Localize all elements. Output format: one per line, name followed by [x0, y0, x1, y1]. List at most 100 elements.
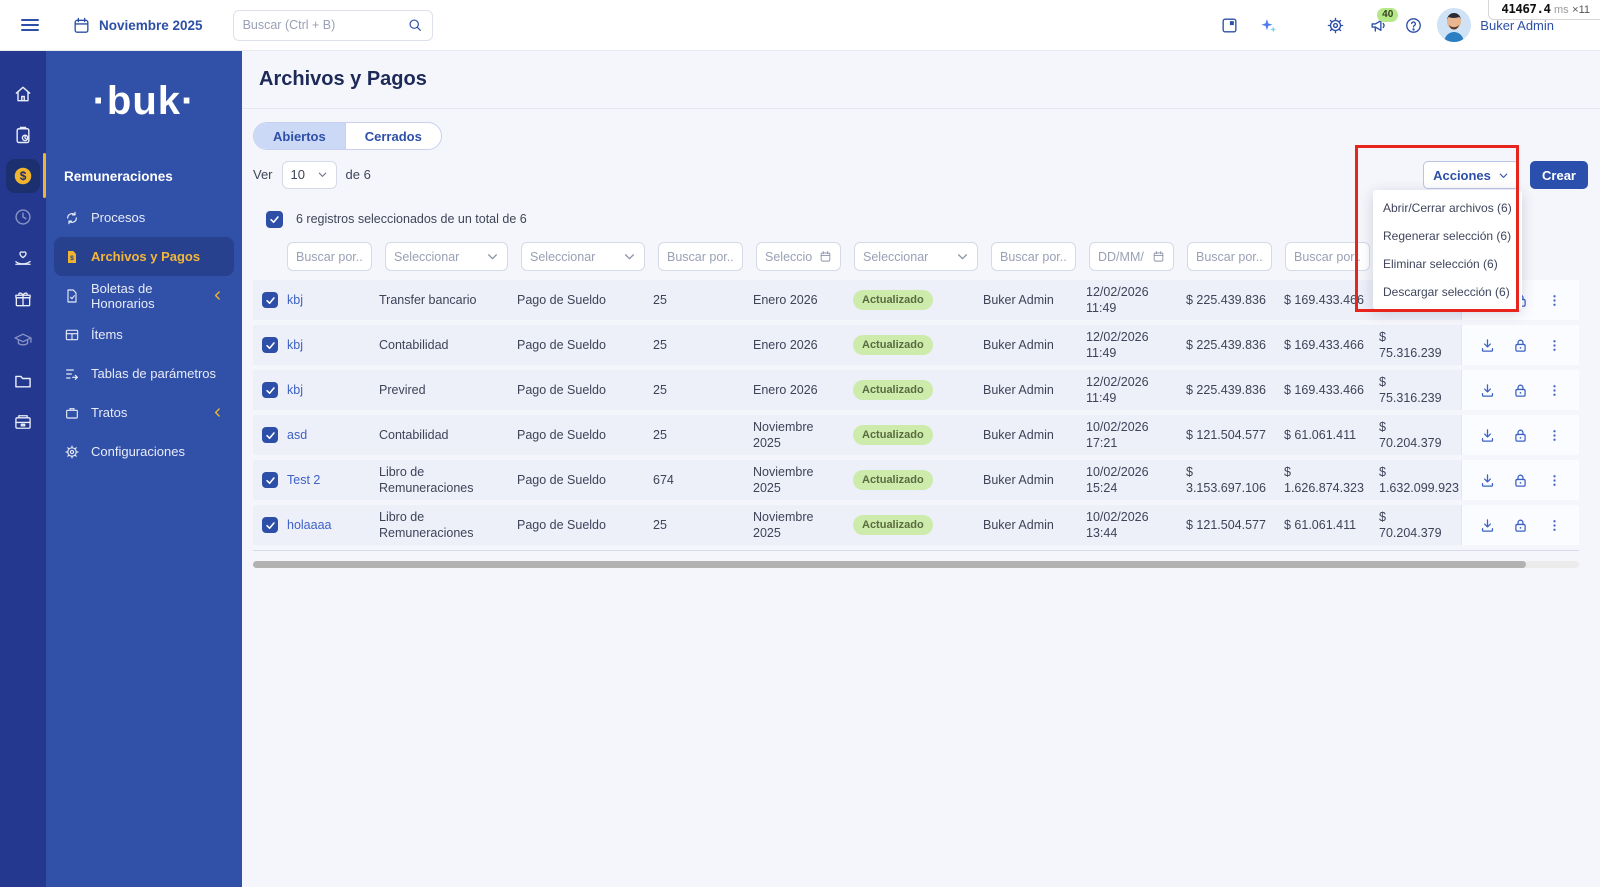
scrollbar-thumb[interactable]	[253, 561, 1526, 568]
rail-home-icon[interactable]	[0, 73, 46, 114]
row-checkbox[interactable]	[262, 337, 278, 353]
horizontal-scrollbar[interactable]	[253, 561, 1579, 568]
row-process: Pago de Sueldo	[517, 517, 653, 533]
tab-abiertos[interactable]: Abiertos	[254, 123, 346, 149]
filter-date-input[interactable]	[1098, 250, 1148, 264]
filter-period-date[interactable]	[756, 242, 841, 271]
row-file-type: Libro de Remuneraciones	[379, 464, 517, 497]
row-checkbox[interactable]	[262, 292, 278, 308]
download-icon[interactable]	[1479, 427, 1496, 444]
filter-select-input[interactable]	[863, 250, 952, 264]
filter-user-input[interactable]	[1000, 250, 1067, 264]
row-name-link[interactable]: kbj	[287, 338, 303, 352]
row-checkbox[interactable]	[262, 472, 278, 488]
lock-icon[interactable]	[1512, 517, 1529, 534]
calendar-icon	[819, 250, 832, 263]
global-search[interactable]	[233, 10, 433, 41]
topbar: Noviembre 2025 40 Buker Admin	[0, 0, 1600, 51]
lock-icon[interactable]	[1512, 472, 1529, 489]
sidebar-item-items[interactable]: Ítems	[54, 315, 234, 354]
sidebar-item-label: Configuraciones	[91, 444, 185, 459]
period-selector[interactable]: Noviembre 2025	[72, 16, 203, 35]
filter-count-input[interactable]	[667, 250, 734, 264]
row-name-link[interactable]: holaaaa	[287, 518, 332, 532]
menu-item-abrir-cerrar[interactable]: Abrir/Cerrar archivos (6)	[1373, 194, 1522, 222]
help-icon[interactable]	[1404, 16, 1423, 35]
sparkles-icon[interactable]	[1259, 16, 1278, 35]
kebab-menu-icon[interactable]	[1546, 337, 1563, 354]
search-icon[interactable]	[407, 17, 423, 33]
sidebar-item-tablas-de-parametros[interactable]: Tablas de parámetros	[54, 354, 234, 393]
sidebar-item-label: Tratos	[91, 405, 127, 420]
filter-type-select[interactable]	[385, 242, 508, 271]
kebab-menu-icon[interactable]	[1546, 427, 1563, 444]
download-icon[interactable]	[1479, 337, 1496, 354]
sidebar-item-label: Ítems	[91, 327, 123, 342]
sidebar-section-title: Remuneraciones	[64, 169, 242, 184]
row-checkbox[interactable]	[262, 517, 278, 533]
download-icon[interactable]	[1479, 517, 1496, 534]
row-file-type: Previred	[379, 382, 517, 398]
rail-folder-icon[interactable]	[0, 360, 46, 401]
filter-amount2-input[interactable]	[1294, 250, 1361, 264]
sidebar-item-procesos[interactable]: Procesos	[54, 198, 234, 237]
row-amount-3: $ 75.316.239	[1379, 329, 1461, 362]
window-icon[interactable]	[1220, 16, 1239, 35]
lock-icon[interactable]	[1512, 427, 1529, 444]
tab-cerrados[interactable]: Cerrados	[346, 123, 441, 149]
lock-icon[interactable]	[1512, 337, 1529, 354]
row-datetime: 12/02/202611:49	[1086, 284, 1186, 317]
filter-select-input[interactable]	[530, 250, 619, 264]
table-row: holaaaa Libro de Remuneraciones Pago de …	[253, 505, 1582, 545]
rail-clock-icon[interactable]	[0, 196, 46, 237]
chevron-down-icon	[623, 250, 636, 263]
row-name-link[interactable]: Test 2	[287, 473, 320, 487]
rail-gift-icon[interactable]	[0, 278, 46, 319]
filter-status-select[interactable]	[854, 242, 978, 271]
menu-item-eliminar[interactable]: Eliminar selección (6)	[1373, 250, 1522, 278]
filter-amount1-input[interactable]	[1196, 250, 1263, 264]
kebab-menu-icon[interactable]	[1546, 517, 1563, 534]
avatar[interactable]	[1437, 8, 1471, 42]
filter-process-select[interactable]	[521, 242, 645, 271]
sidebar-item-configuraciones[interactable]: Configuraciones	[54, 432, 234, 471]
row-count: 25	[653, 292, 753, 308]
download-icon[interactable]	[1479, 472, 1496, 489]
rail-training-icon[interactable]	[0, 319, 46, 360]
select-all-checkbox[interactable]	[266, 211, 283, 228]
kebab-menu-icon[interactable]	[1546, 472, 1563, 489]
rail-clipboard-icon[interactable]	[0, 114, 46, 155]
download-icon[interactable]	[1479, 382, 1496, 399]
row-user: Buker Admin	[983, 427, 1086, 443]
filter-select-input[interactable]	[394, 250, 482, 264]
lock-icon[interactable]	[1512, 382, 1529, 399]
filter-date-input[interactable]	[765, 250, 815, 264]
sidebar-item-archivos-y-pagos[interactable]: Archivos y Pagos	[54, 237, 234, 276]
kebab-menu-icon[interactable]	[1546, 382, 1563, 399]
acciones-button[interactable]: Acciones	[1423, 161, 1519, 189]
filter-date2[interactable]	[1089, 242, 1174, 271]
row-name-link[interactable]: kbj	[287, 383, 303, 397]
rail-benefits-icon[interactable]	[0, 237, 46, 278]
menu-item-descargar[interactable]: Descargar selección (6)	[1373, 278, 1522, 306]
settings-gear-icon[interactable]	[1326, 16, 1345, 35]
crear-button[interactable]: Crear	[1530, 161, 1588, 189]
calendar-icon	[1152, 250, 1165, 263]
sidebar-item-tratos[interactable]: Tratos	[54, 393, 234, 432]
announcements-megaphone-icon[interactable]: 40	[1369, 16, 1388, 35]
row-name-link[interactable]: asd	[287, 428, 307, 442]
page-size-select[interactable]: 10	[282, 161, 337, 189]
kebab-menu-icon[interactable]	[1546, 292, 1563, 309]
sidebar-item-boletas[interactable]: Boletas de Honorarios	[54, 276, 234, 315]
filter-name-input[interactable]	[296, 250, 363, 264]
sidebar-item-label: Boletas de Honorarios	[91, 281, 200, 311]
row-name-link[interactable]: kbj	[287, 293, 303, 307]
menu-item-regenerar[interactable]: Regenerar selección (6)	[1373, 222, 1522, 250]
hamburger-menu-icon[interactable]	[18, 13, 42, 37]
row-checkbox[interactable]	[262, 427, 278, 443]
chevron-down-icon	[956, 250, 969, 263]
search-input[interactable]	[243, 18, 407, 32]
rail-remuneraciones-icon[interactable]	[0, 155, 46, 196]
row-checkbox[interactable]	[262, 382, 278, 398]
rail-bank-icon[interactable]	[0, 401, 46, 442]
